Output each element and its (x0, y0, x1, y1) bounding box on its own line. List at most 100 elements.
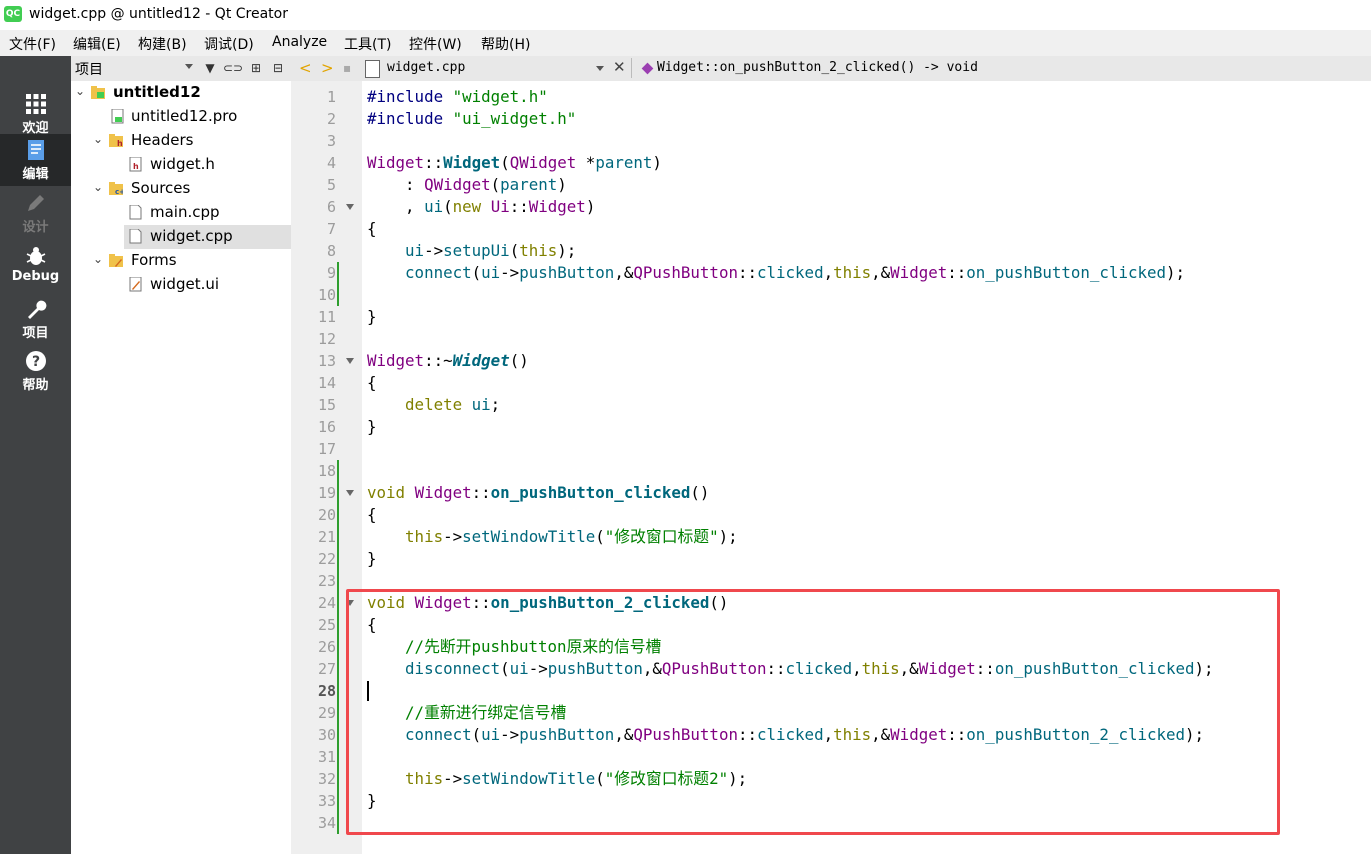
mode-projects[interactable]: 项目 (0, 293, 71, 345)
forward-arrow-icon[interactable]: > (321, 59, 334, 77)
tree-item-label: Forms (131, 251, 177, 269)
code-line: #include "widget.h" (367, 87, 548, 106)
mode-design[interactable]: 设计 (0, 187, 71, 239)
line-number: 10 (317, 286, 336, 304)
chevron-down-icon[interactable]: ⌄ (75, 85, 85, 97)
question-icon: ? (25, 351, 46, 371)
chevron-down-icon[interactable] (596, 66, 604, 71)
mode-projects-label: 项目 (22, 326, 49, 341)
line-number: 27 (317, 660, 336, 678)
chevron-down-icon[interactable]: ⌄ (93, 133, 103, 145)
menu-tools[interactable]: 工具(T) (344, 34, 391, 54)
line-number: 22 (317, 550, 336, 568)
cpp-file-icon (365, 60, 380, 78)
cpp-file-icon (129, 229, 142, 244)
toolbar-divider (631, 58, 632, 78)
editor-toolbar: < > ▪ widget.cpp ✕ Widget::on_pushButton… (291, 56, 1371, 82)
project-folder-icon (91, 86, 105, 99)
svg-text:h: h (133, 162, 139, 171)
tree-item-sources[interactable]: ⌄ c+ Sources (71, 177, 291, 201)
close-icon[interactable]: ✕ (613, 58, 626, 76)
menu-debug[interactable]: 调试(D) (204, 34, 254, 54)
code-line: , ui(new Ui::Widget) (367, 197, 596, 216)
menu-edit[interactable]: 编辑(E) (73, 34, 121, 54)
lock-icon: ▪ (343, 61, 352, 75)
line-number: 8 (326, 242, 336, 260)
code-line: Widget::Widget(QWidget *parent) (367, 153, 662, 172)
fold-marker-icon[interactable] (346, 204, 354, 210)
tree-item-project[interactable]: ⌄ untitled12 (71, 81, 291, 105)
tree-item-forms[interactable]: ⌄ Forms (71, 249, 291, 273)
wrench-icon (27, 300, 46, 319)
tree-item-headers[interactable]: ⌄ h Headers (71, 129, 291, 153)
link-icon[interactable]: ⊂⊃ (223, 60, 243, 77)
project-panel-header: 项目 ▼ ⊂⊃ ⊞ ⊟ (71, 56, 291, 82)
line-number: 20 (317, 506, 336, 524)
mode-help[interactable]: ? 帮助 (0, 345, 71, 397)
code-line: #include "ui_widget.h" (367, 109, 577, 128)
fold-marker-icon[interactable] (346, 358, 354, 364)
tree-item-pro-file[interactable]: untitled12.pro (71, 105, 291, 129)
cpp-file-icon (129, 205, 142, 220)
mode-edit[interactable]: 编辑 (0, 134, 71, 186)
tree-item-main-cpp[interactable]: main.cpp (71, 201, 291, 225)
chevron-down-icon[interactable]: ⌄ (93, 253, 103, 265)
tree-item-widget-cpp[interactable]: widget.cpp (124, 225, 291, 249)
menu-build[interactable]: 构建(B) (138, 34, 187, 54)
code-line: Widget::~Widget() (367, 351, 529, 370)
open-file-selector[interactable]: widget.cpp (387, 60, 465, 75)
close-panel-icon[interactable]: ⊟ (269, 60, 287, 77)
line-number: 31 (317, 748, 336, 766)
mode-help-label: 帮助 (22, 378, 49, 393)
menu-analyze[interactable]: Analyze (272, 34, 327, 50)
line-number: 34 (317, 814, 336, 832)
chevron-down-icon[interactable]: ⌄ (93, 181, 103, 193)
mode-selector-bar: 欢迎 编辑 设计 Debug 项目 ? 帮助 (0, 56, 71, 854)
line-number: 19 (317, 484, 336, 502)
tree-item-widget-ui[interactable]: widget.ui (71, 273, 291, 297)
line-number: 3 (326, 132, 336, 150)
code-line: } (367, 307, 377, 326)
project-view-selector[interactable]: 项目 (75, 59, 103, 79)
chevron-down-icon[interactable] (185, 64, 193, 69)
line-number: 9 (326, 264, 336, 282)
line-number: 29 (317, 704, 336, 722)
tree-item-widget-h[interactable]: h widget.h (71, 153, 291, 177)
code-line: { (367, 373, 377, 392)
line-number: 2 (326, 110, 336, 128)
line-number: 16 (317, 418, 336, 436)
line-number: 26 (317, 638, 336, 656)
change-marker (337, 460, 339, 834)
symbol-selector[interactable]: Widget::on_pushButton_2_clicked() -> voi… (657, 60, 978, 75)
code-line: { (367, 505, 377, 524)
fold-marker-icon[interactable] (346, 490, 354, 496)
tree-item-label: untitled12 (113, 83, 201, 101)
code-line: } (367, 549, 377, 568)
sources-folder-icon: c+ (109, 182, 123, 196)
line-number: 12 (317, 330, 336, 348)
filter-icon[interactable]: ▼ (201, 60, 219, 77)
tree-item-label: widget.ui (150, 275, 220, 293)
menu-help[interactable]: 帮助(H) (481, 34, 530, 54)
line-number: 25 (317, 616, 336, 634)
line-number: 4 (326, 154, 336, 172)
split-icon[interactable]: ⊞ (247, 60, 265, 77)
line-number: 13 (317, 352, 336, 370)
back-arrow-icon[interactable]: < (299, 59, 312, 77)
svg-text:c+: c+ (115, 188, 123, 196)
code-line: connect(ui->pushButton,&QPushButton::cli… (405, 263, 1186, 282)
bug-icon (26, 247, 45, 265)
mode-welcome[interactable]: 欢迎 (0, 88, 71, 140)
line-number: 6 (326, 198, 336, 216)
menu-file[interactable]: 文件(F) (9, 34, 56, 54)
code-line: delete ui; (405, 395, 501, 414)
menu-controls[interactable]: 控件(W) (409, 34, 462, 54)
project-tree: ⌄ untitled12 untitled12.pro ⌄ h Headers … (71, 81, 292, 854)
mode-debug-label: Debug (11, 269, 60, 284)
code-line: void Widget::on_pushButton_clicked() (367, 483, 710, 502)
line-number: 23 (317, 572, 336, 590)
code-line: } (367, 417, 377, 436)
headers-folder-icon: h (109, 134, 123, 148)
title-bar: QC widget.cpp @ untitled12 - Qt Creator (0, 0, 1371, 30)
mode-debug[interactable]: Debug (0, 240, 71, 292)
